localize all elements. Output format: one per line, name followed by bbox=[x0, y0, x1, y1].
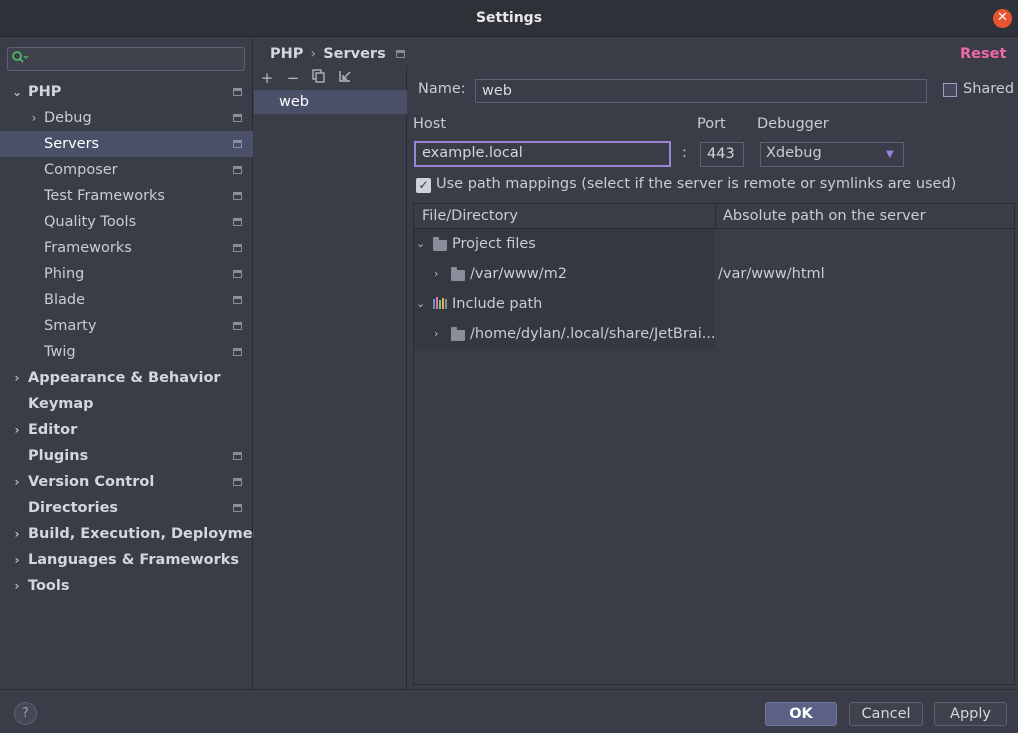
sidebar-item-tools[interactable]: › Tools bbox=[0, 573, 253, 599]
search-icon bbox=[11, 50, 31, 68]
project-settings-icon bbox=[233, 166, 242, 174]
tree-group-include-path[interactable]: ⌄ Include path bbox=[414, 289, 714, 319]
search-input[interactable] bbox=[7, 47, 245, 71]
server-list-item[interactable] bbox=[254, 90, 407, 114]
breadcrumb: PHP › Servers bbox=[270, 44, 405, 64]
project-settings-icon bbox=[233, 452, 242, 460]
breadcrumb-separator: › bbox=[310, 46, 317, 62]
reset-link[interactable]: Reset bbox=[960, 44, 1006, 64]
host-field[interactable]: example.local bbox=[414, 141, 671, 167]
shared-checkbox[interactable] bbox=[943, 83, 957, 97]
project-settings-icon bbox=[233, 244, 242, 252]
column-header-absolute-path[interactable]: Absolute path on the server bbox=[723, 204, 926, 229]
local-path: /home/dylan/.local/share/JetBrai... bbox=[470, 326, 716, 342]
local-path: /var/www/m2 bbox=[470, 266, 568, 282]
chevron-right-icon: › bbox=[14, 475, 20, 489]
servers-list-panel bbox=[254, 66, 407, 689]
sidebar-item-servers[interactable]: Servers bbox=[0, 131, 253, 157]
folder-icon bbox=[451, 267, 465, 281]
help-button[interactable]: ? bbox=[14, 702, 37, 725]
sidebar-item-keymap[interactable]: Keymap bbox=[0, 391, 253, 417]
shared-label: Shared bbox=[963, 81, 1015, 97]
sidebar-item-quality-tools[interactable]: Quality Tools bbox=[0, 209, 253, 235]
port-label: Port bbox=[697, 116, 726, 132]
debugger-select-value: Xdebug bbox=[766, 145, 822, 161]
chevron-right-icon: › bbox=[14, 527, 20, 541]
folder-icon bbox=[451, 327, 465, 341]
project-settings-icon bbox=[395, 50, 405, 58]
project-settings-icon bbox=[233, 296, 242, 304]
chevron-right-icon: › bbox=[14, 579, 20, 593]
chevron-right-icon: › bbox=[434, 327, 439, 340]
debugger-label: Debugger bbox=[757, 116, 829, 132]
project-settings-icon bbox=[233, 218, 242, 226]
apply-button[interactable]: Apply bbox=[934, 702, 1007, 726]
project-settings-icon bbox=[233, 504, 242, 512]
sidebar-item-php[interactable]: ⌄ PHP bbox=[0, 79, 253, 105]
sidebar-item-blade[interactable]: Blade bbox=[0, 287, 253, 313]
sidebar-item-frameworks[interactable]: Frameworks bbox=[0, 235, 253, 261]
project-settings-icon bbox=[233, 88, 242, 96]
sidebar-item-test-frameworks[interactable]: Test Frameworks bbox=[0, 183, 253, 209]
caret-down-icon: ▼ bbox=[886, 149, 894, 160]
sidebar-item-build-execution-deployment[interactable]: › Build, Execution, Deployment bbox=[0, 521, 270, 547]
close-icon[interactable]: ✕ bbox=[993, 9, 1012, 28]
sidebar-item-debug[interactable]: › Debug bbox=[0, 105, 253, 131]
sidebar-item-languages-frameworks[interactable]: › Languages & Frameworks bbox=[0, 547, 253, 573]
sidebar-item-version-control[interactable]: › Version Control bbox=[0, 469, 253, 495]
port-field[interactable]: 443 bbox=[700, 142, 744, 167]
table-row[interactable]: › /home/dylan/.local/share/JetBrai... bbox=[414, 319, 1014, 349]
breadcrumb-parent: PHP bbox=[270, 46, 304, 62]
use-path-mappings-checkbox[interactable]: ✓ bbox=[416, 178, 431, 193]
project-settings-icon bbox=[233, 322, 242, 330]
table-row[interactable]: › /var/www/m2 /var/www/html bbox=[414, 259, 1014, 289]
project-settings-icon bbox=[233, 478, 242, 486]
sidebar-item-composer[interactable]: Composer bbox=[0, 157, 253, 183]
chevron-down-icon: ⌄ bbox=[11, 85, 23, 99]
add-icon[interactable]: + bbox=[258, 69, 276, 87]
chevron-right-icon: › bbox=[31, 111, 37, 125]
project-settings-icon bbox=[233, 114, 242, 122]
copy-icon[interactable] bbox=[310, 69, 328, 87]
sidebar-item-plugins[interactable]: Plugins bbox=[0, 443, 253, 469]
chevron-right-icon: › bbox=[434, 267, 439, 280]
breadcrumb-current: Servers bbox=[323, 46, 386, 62]
chevron-down-icon: ⌄ bbox=[416, 297, 426, 310]
project-settings-icon bbox=[233, 140, 242, 148]
use-path-mappings-label: Use path mappings (select if the server … bbox=[436, 176, 957, 192]
remove-icon[interactable]: − bbox=[284, 69, 302, 87]
name-label: Name: bbox=[418, 81, 466, 97]
host-label: Host bbox=[413, 116, 447, 132]
column-header-file-directory[interactable]: File/Directory bbox=[422, 204, 518, 229]
library-icon bbox=[433, 297, 447, 309]
folder-icon bbox=[433, 237, 447, 251]
sidebar-item-phing[interactable]: Phing bbox=[0, 261, 253, 287]
column-divider[interactable] bbox=[715, 204, 716, 229]
sidebar-item-appearance-behavior[interactable]: › Appearance & Behavior bbox=[0, 365, 253, 391]
chevron-right-icon: › bbox=[14, 423, 20, 437]
sidebar-item-editor[interactable]: › Editor bbox=[0, 417, 253, 443]
server-list-item-label: web bbox=[279, 94, 309, 110]
chevron-right-icon: › bbox=[14, 553, 20, 567]
tree-group-project-files[interactable]: ⌄ Project files bbox=[414, 229, 714, 259]
sidebar-item-twig[interactable]: Twig bbox=[0, 339, 253, 365]
project-settings-icon bbox=[233, 192, 242, 200]
ok-button[interactable]: OK bbox=[765, 702, 837, 726]
window-title: Settings bbox=[475, 10, 543, 26]
chevron-down-icon: ⌄ bbox=[416, 237, 426, 250]
import-icon[interactable] bbox=[336, 69, 354, 87]
cancel-button[interactable]: Cancel bbox=[849, 702, 923, 726]
chevron-right-icon: › bbox=[14, 371, 20, 385]
sidebar-item-directories[interactable]: Directories bbox=[0, 495, 253, 521]
project-settings-icon bbox=[233, 270, 242, 278]
sidebar-item-smarty[interactable]: Smarty bbox=[0, 313, 253, 339]
name-field[interactable]: web bbox=[475, 79, 927, 103]
server-path[interactable]: /var/www/html bbox=[718, 259, 825, 289]
project-settings-icon bbox=[233, 348, 242, 356]
host-port-separator: : bbox=[682, 145, 687, 161]
